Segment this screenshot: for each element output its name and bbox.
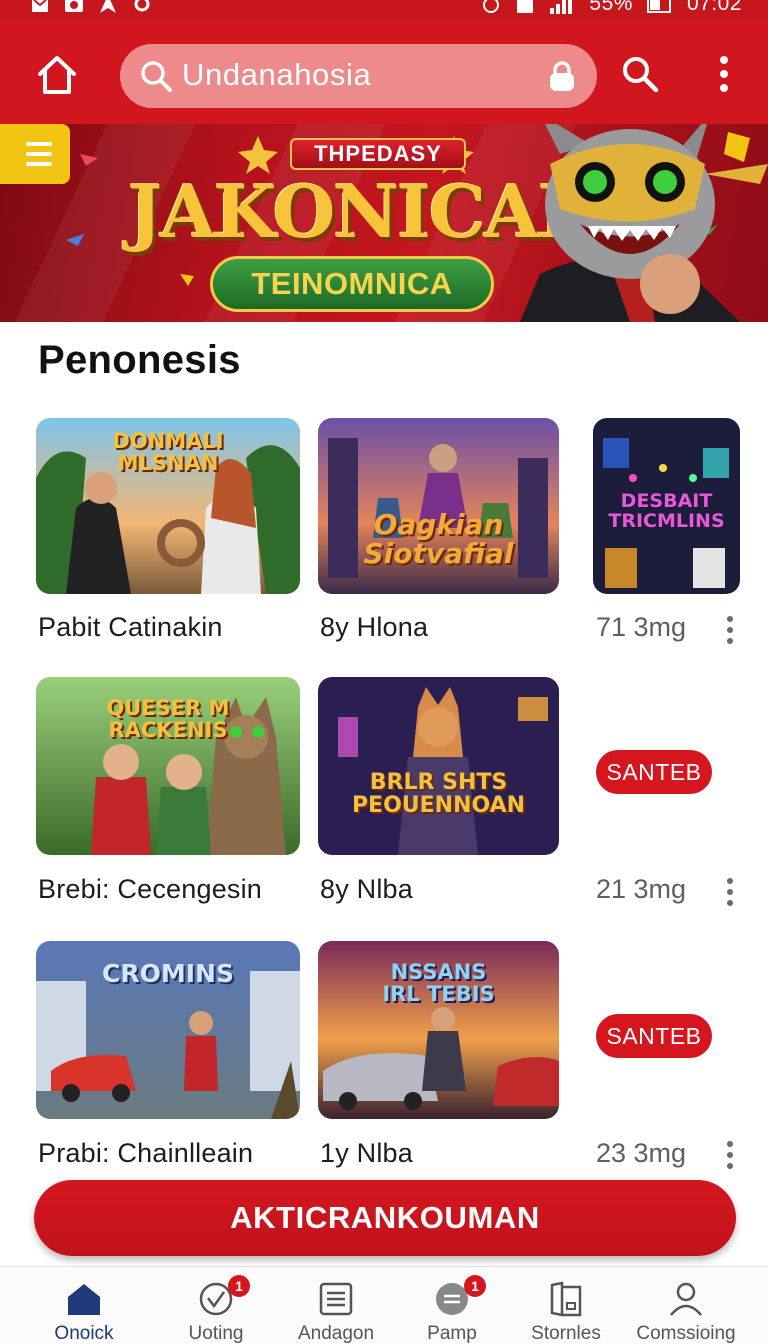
home-icon[interactable]: [34, 52, 80, 98]
game-thumbnail[interactable]: DESBAIT TRICMLINS: [593, 418, 740, 594]
battery-icon: [646, 0, 671, 13]
row-title[interactable]: Pabit Catinakin: [38, 612, 223, 643]
notification-badge: 1: [228, 1275, 250, 1297]
search-button[interactable]: [620, 54, 660, 94]
list-icon: [319, 1282, 353, 1316]
thumbnail-title-art: BRLR SHTS PEOUENNOAN: [351, 770, 526, 819]
row-meta: 21 3mg: [596, 874, 687, 904]
settings-icon: [134, 0, 150, 12]
thumbnail-title-art: Oagkian Siotvafial: [363, 508, 514, 571]
search-bar[interactable]: Undanahosia: [120, 44, 597, 108]
thumbnail-title-art: CROMINS: [102, 959, 234, 988]
game-thumbnail[interactable]: NSSANS IRL TEBIS: [318, 941, 559, 1119]
row-more-icon[interactable]: [724, 616, 736, 644]
banner-subtitle-button[interactable]: TEINOMNICA: [210, 256, 494, 312]
battery-percent: 55%: [589, 0, 633, 15]
search-input[interactable]: Undanahosia: [182, 57, 371, 93]
signal-icon: [550, 0, 573, 14]
nav-item-voting[interactable]: 1 Uoting: [152, 1267, 280, 1344]
menu-line: [26, 142, 52, 146]
confetti: [66, 234, 84, 246]
menu-line: [26, 162, 52, 166]
thumbnail-art: [318, 677, 559, 855]
section-title: Penonesis: [38, 338, 241, 382]
nav-label: Stornles: [531, 1323, 601, 1344]
thumbnail-title-art: QUESER M RACKENIS: [106, 696, 230, 743]
profile-icon: [670, 1282, 702, 1316]
banner-menu-button[interactable]: [0, 124, 70, 184]
row-author: 8y Nlba: [320, 874, 413, 904]
nfc-icon: [517, 0, 534, 13]
star-icon: [238, 136, 278, 174]
lock-icon[interactable]: [547, 60, 577, 92]
navigation-icon: [100, 0, 116, 13]
nav-item-stornles[interactable]: Stornles: [502, 1267, 630, 1344]
camera-icon: [65, 0, 83, 12]
confetti: [80, 154, 98, 166]
nav-label: Comssioing: [636, 1323, 736, 1344]
nav-item-andagon[interactable]: Andagon: [272, 1267, 400, 1344]
top-app-bar: Undanahosia: [0, 22, 768, 124]
primary-cta-button[interactable]: AKTICRANKOUMAN: [34, 1180, 736, 1256]
nav-item-home[interactable]: Onoick: [20, 1267, 148, 1344]
more-vertical-icon[interactable]: [712, 52, 736, 96]
save-pill-button[interactable]: SANTEB: [596, 1014, 712, 1058]
clock: 07:02: [686, 0, 742, 15]
thumbnail-title-art: DESBAIT TRICMLINS: [608, 490, 725, 532]
bottom-navigation: Onoick 1 Uoting Andagon 1 Pamp Stornles …: [0, 1266, 768, 1344]
nav-label: Andagon: [297, 1323, 375, 1344]
alarm-icon: [483, 0, 500, 13]
nav-label: Pamp: [427, 1323, 477, 1344]
game-thumbnail[interactable]: CROMINS: [36, 941, 300, 1119]
row-author: 1y Nlba: [320, 1138, 413, 1168]
home-icon: [68, 1284, 100, 1315]
banner-ribbon: THPEDASY: [290, 138, 466, 170]
notification-icons: [30, 0, 152, 14]
nav-label: Onoick: [54, 1323, 114, 1344]
game-thumbnail[interactable]: BRLR SHTS PEOUENNOAN: [318, 677, 559, 855]
save-pill-button[interactable]: SANTEB: [596, 750, 712, 794]
mail-icon: [32, 0, 48, 12]
row-title[interactable]: Brebi: Cecengesin: [38, 874, 262, 905]
row-more-icon[interactable]: [724, 1141, 736, 1169]
store-icon: [550, 1281, 582, 1317]
row-meta: 71 3mg: [596, 612, 687, 642]
notification-badge: 1: [464, 1275, 486, 1297]
promo-banner[interactable]: THPEDASY JAKONICAL TEINOMNICA: [0, 124, 768, 322]
menu-line: [26, 152, 52, 156]
nav-item-profile[interactable]: Comssioing: [622, 1267, 750, 1344]
status-bar: 55% 07:02: [0, 0, 768, 22]
row-author: 8y Hlona: [320, 612, 429, 642]
nav-item-pamp[interactable]: 1 Pamp: [388, 1267, 516, 1344]
row-title[interactable]: Prabi: Chainlleain: [38, 1138, 253, 1169]
thumbnail-title-art: NSSANS IRL TEBIS: [382, 960, 495, 1007]
mascot-wolf-illustration: [520, 124, 768, 322]
row-meta: 23 3mg: [596, 1138, 687, 1168]
nav-label: Uoting: [188, 1323, 244, 1344]
game-thumbnail[interactable]: QUESER M RACKENIS: [36, 677, 300, 855]
row-more-icon[interactable]: [724, 878, 736, 906]
search-icon: [141, 61, 172, 92]
game-thumbnail[interactable]: Oagkian Siotvafial: [318, 418, 559, 594]
confetti: [180, 274, 194, 286]
game-thumbnail[interactable]: DONMALI MLSNAN: [36, 418, 300, 594]
thumbnail-title-art: DONMALI MLSNAN: [112, 429, 224, 476]
system-status: 55% 07:02: [481, 0, 742, 16]
